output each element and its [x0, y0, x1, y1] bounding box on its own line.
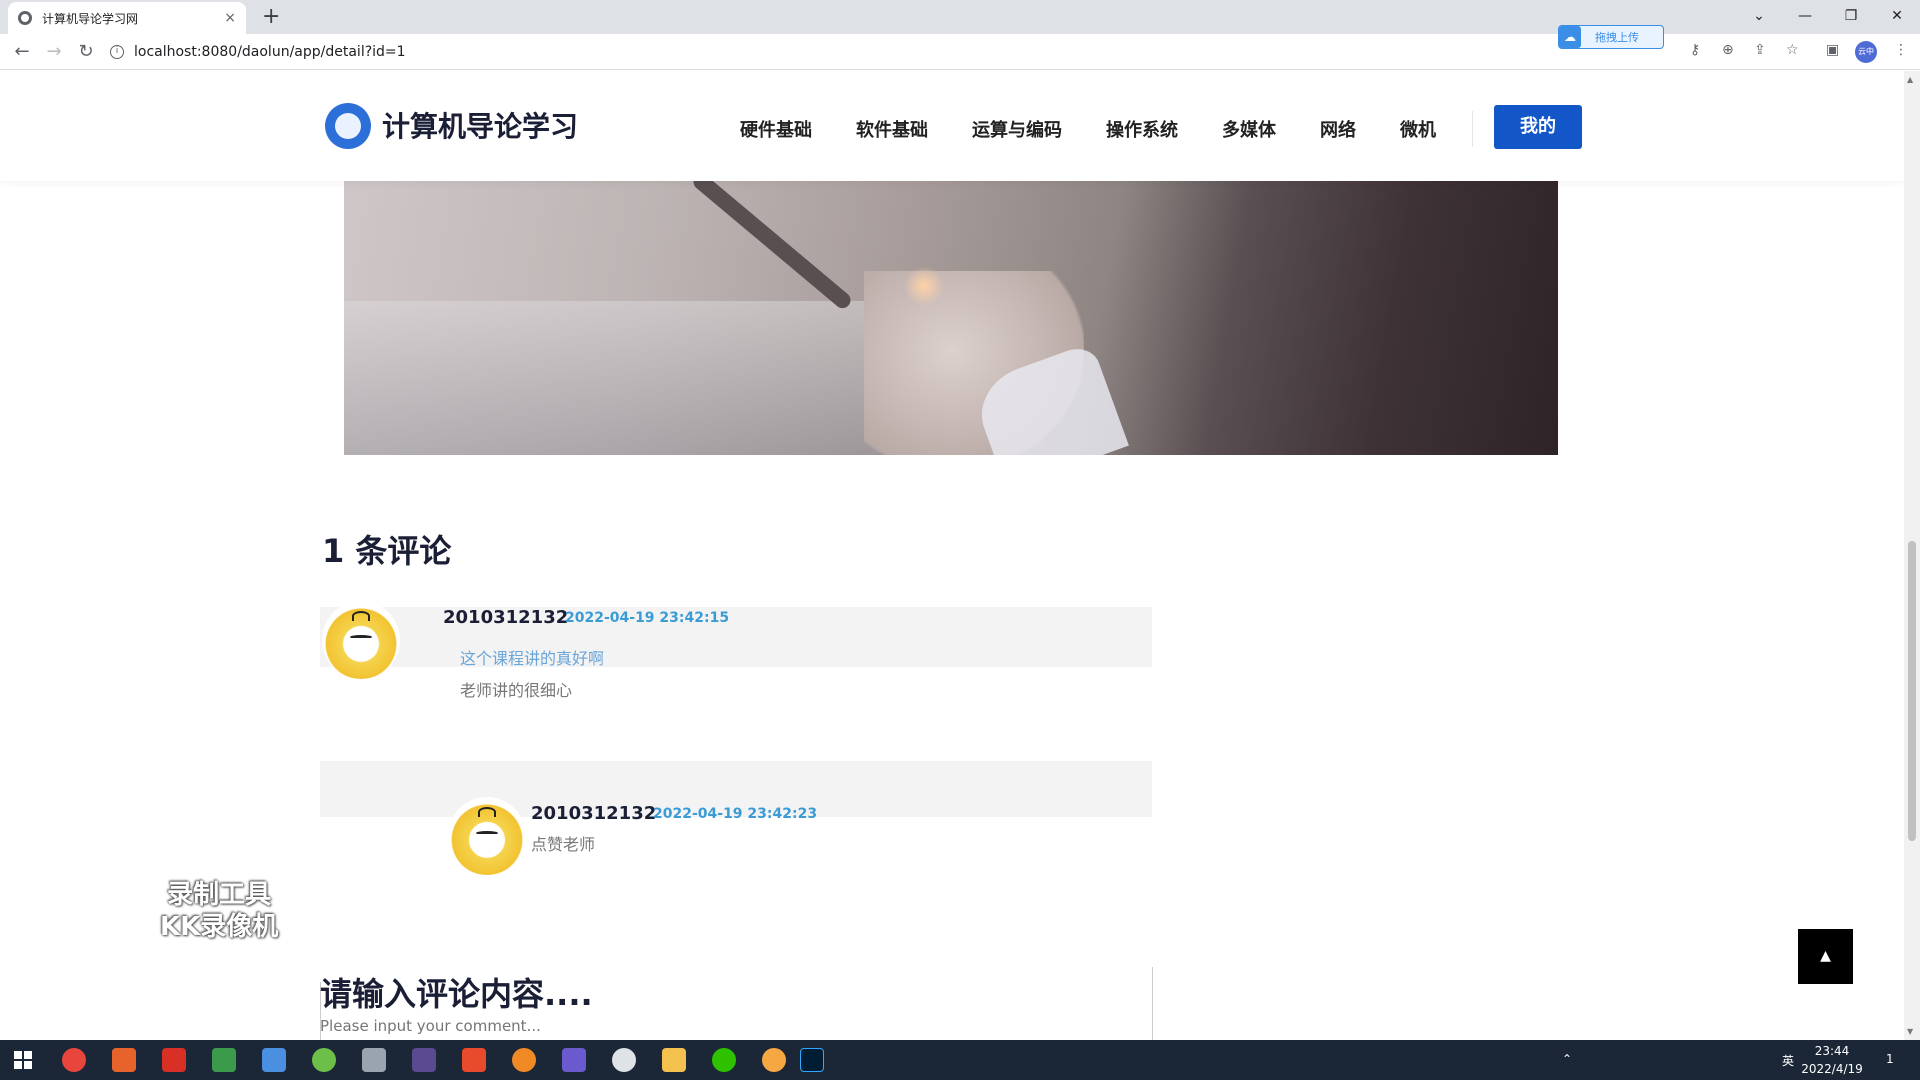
nav-item-microcomputer[interactable]: 微机 [1400, 116, 1436, 142]
comment-date: 2022-04-19 23:42:15 [565, 610, 730, 626]
photoshop-taskbar-icon[interactable] [800, 1048, 824, 1072]
recorder-taskbar-icon[interactable] [762, 1048, 786, 1072]
bookmark-star-icon[interactable]: ☆ [1786, 42, 1799, 58]
page-viewport: 计算机导论学习 硬件基础 软件基础 运算与编码 操作系统 多媒体 网络 微机 我… [0, 71, 1904, 1040]
site-logo-icon[interactable] [325, 103, 371, 149]
password-key-icon[interactable]: ⚷ [1690, 42, 1700, 58]
form-border-right [1152, 967, 1153, 1040]
nav-divider [1472, 111, 1473, 147]
tool-taskbar-icon[interactable] [362, 1048, 386, 1072]
main-nav: 硬件基础 软件基础 运算与编码 操作系统 多媒体 网络 微机 [740, 116, 1480, 142]
article-hero-image [344, 181, 1558, 455]
reload-icon[interactable]: ↻ [74, 40, 98, 64]
orange-app-taskbar-icon[interactable] [512, 1048, 536, 1072]
profile-avatar[interactable]: 云中 [1855, 41, 1877, 63]
share-icon[interactable]: ⇪ [1754, 42, 1766, 58]
recorder-watermark: 录制工具 KK录像机 [160, 879, 278, 943]
zoom-icon[interactable]: ⊕ [1722, 42, 1734, 58]
scroll-down-icon[interactable]: ▼ [1907, 1027, 1913, 1036]
new-tab-button[interactable]: + [262, 4, 280, 29]
tray-expand-icon[interactable]: ⌃ [1562, 1052, 1572, 1066]
chrome-taskbar-icon[interactable] [62, 1048, 86, 1072]
browser-tab[interactable]: 计算机导论学习网 × [8, 2, 246, 34]
tab-search-icon[interactable]: ⌄ [1736, 2, 1782, 30]
avatar-antenna [478, 807, 496, 817]
nav-item-software[interactable]: 软件基础 [856, 116, 928, 142]
baidu-netdisk-taskbar-icon[interactable] [262, 1048, 286, 1072]
wps-taskbar-icon[interactable] [162, 1048, 186, 1072]
chat-taskbar-icon[interactable] [612, 1048, 636, 1072]
comment-input[interactable] [320, 1017, 920, 1035]
reply-username: 2010312132 [531, 803, 657, 824]
tab-title: 计算机导论学习网 [42, 11, 139, 26]
watermark-line-2: KK录像机 [160, 912, 279, 942]
notepad-taskbar-icon[interactable] [212, 1048, 236, 1072]
clock-time[interactable]: 23:44 [1802, 1044, 1862, 1058]
restore-button[interactable]: ❐ [1828, 2, 1874, 30]
site-info-icon[interactable]: i [110, 45, 124, 59]
nav-item-network[interactable]: 网络 [1320, 116, 1356, 142]
site-logo-text[interactable]: 计算机导论学习 [382, 105, 578, 145]
nav-item-multimedia[interactable]: 多媒体 [1222, 116, 1276, 142]
red-app-taskbar-icon[interactable] [462, 1048, 486, 1072]
mine-button[interactable]: 我的 [1494, 105, 1582, 149]
reply-container [320, 817, 1152, 967]
minimize-button[interactable]: — [1782, 2, 1828, 30]
wechat-taskbar-icon[interactable] [712, 1048, 736, 1072]
forward-arrow-icon[interactable]: → [42, 40, 66, 64]
side-panel-icon[interactable]: ▣ [1826, 42, 1839, 58]
commenter-avatar [322, 601, 400, 679]
avatar-eyes [350, 635, 372, 639]
comment-title: 这个课程讲的真好啊 [460, 649, 605, 668]
browser-menu-icon[interactable]: ⋮ [1894, 42, 1908, 58]
comments-count-heading: 1 条评论 [322, 532, 452, 570]
notification-center-icon[interactable]: 1 [1886, 1052, 1894, 1066]
upload-extension-button[interactable]: ☁ 拖拽上传 [1558, 25, 1664, 49]
comment-form-heading: 请输入评论内容.... [320, 975, 593, 1013]
reply-date: 2022-04-19 23:42:23 [653, 806, 818, 822]
back-arrow-icon[interactable]: ← [10, 40, 34, 64]
ime-indicator[interactable]: 英 [1782, 1052, 1794, 1069]
cloud-upload-icon: ☁ [1559, 26, 1581, 48]
comment-body: 老师讲的很细心 [460, 681, 573, 700]
scroll-up-icon[interactable]: ▲ [1907, 75, 1913, 84]
page-scrollbar[interactable]: ▲ ▼ [1904, 71, 1920, 1040]
close-window-button[interactable]: ✕ [1874, 2, 1920, 30]
nav-item-operating-system[interactable]: 操作系统 [1106, 116, 1178, 142]
hero-light-glow [904, 266, 944, 306]
watermark-line-1: 录制工具 [167, 880, 272, 910]
hero-pen-shape [690, 181, 854, 312]
upload-extension-label: 拖拽上传 [1595, 31, 1639, 44]
windows-start-icon[interactable] [14, 1051, 32, 1069]
drawing-app-taskbar-icon[interactable] [562, 1048, 586, 1072]
reply-avatar [448, 797, 526, 875]
green-app-taskbar-icon[interactable] [312, 1048, 336, 1072]
url-text[interactable]: localhost:8080/daolun/app/detail?id=1 [134, 44, 406, 60]
reply-body: 点赞老师 [531, 835, 596, 854]
nav-item-hardware[interactable]: 硬件基础 [740, 116, 812, 142]
back-to-top-button[interactable]: ▲ [1798, 929, 1853, 984]
nav-item-computation-encoding[interactable]: 运算与编码 [972, 116, 1062, 142]
clock-date[interactable]: 2022/4/19 [1796, 1062, 1868, 1076]
avatar-eyes [476, 831, 498, 835]
address-bar[interactable]: i localhost:8080/daolun/app/detail?id=1 [110, 38, 1670, 66]
scrollbar-thumb[interactable] [1908, 541, 1916, 841]
site-favicon-icon [18, 11, 32, 25]
tab-close-icon[interactable]: × [224, 10, 236, 26]
comment-username: 2010312132 [443, 607, 569, 628]
site-header: 计算机导论学习 硬件基础 软件基础 运算与编码 操作系统 多媒体 网络 微机 我… [0, 71, 1904, 181]
avatar-antenna [352, 611, 370, 621]
search-taskbar-icon[interactable] [112, 1048, 136, 1072]
game-taskbar-icon[interactable] [412, 1048, 436, 1072]
file-explorer-taskbar-icon[interactable] [662, 1048, 686, 1072]
windows-taskbar [0, 1040, 1920, 1080]
